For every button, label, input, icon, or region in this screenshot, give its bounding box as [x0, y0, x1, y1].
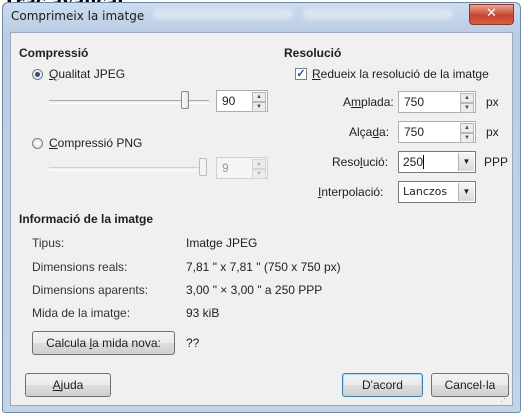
info-label-type: Tipus: — [32, 236, 65, 250]
width-spinbox[interactable]: 750 ▲ ▼ — [398, 91, 476, 113]
png-compression-radio[interactable] — [32, 138, 43, 149]
jpeg-quality-value: 90 — [222, 94, 236, 108]
blurred-background — [153, 9, 293, 19]
dropdown-arrow-icon[interactable]: ▼ — [458, 183, 474, 201]
jpeg-quality-radio[interactable] — [32, 69, 43, 80]
help-button[interactable]: Ajuda — [25, 373, 111, 397]
spin-down-icon[interactable]: ▼ — [460, 133, 474, 143]
png-level-slider-track[interactable] — [49, 167, 206, 171]
title-bar[interactable]: Comprimeix la imatge ✕ — [3, 3, 520, 32]
dialog-content: Compressió Qualitat JPEG 90 ▲ ▼ Compressi… — [10, 32, 513, 406]
text-caret — [423, 155, 424, 169]
info-label-real-dimensions: Dimensions reals: — [32, 260, 128, 274]
info-value-image-size: 93 kiB — [186, 306, 220, 320]
width-value: 750 — [404, 95, 425, 109]
spin-down-icon[interactable]: ▼ — [252, 102, 266, 112]
blurred-background — [303, 9, 453, 19]
height-spinbox[interactable]: 750 ▲ ▼ — [398, 121, 476, 143]
spin-up-icon[interactable]: ▲ — [460, 123, 474, 133]
png-compression-label[interactable]: Compressió PNG — [49, 136, 142, 150]
resolution-value: 250 — [403, 155, 424, 169]
ok-button[interactable]: D'acord — [342, 373, 423, 397]
png-level-spinbox[interactable]: 9 ▲ ▼ — [216, 157, 268, 179]
info-label-apparent-dimensions: Dimensions aparents: — [32, 283, 149, 297]
info-label-image-size: Mida de la imatge: — [32, 306, 131, 320]
height-unit: px — [486, 125, 499, 139]
jpeg-quality-spinbox[interactable]: 90 ▲ ▼ — [216, 90, 268, 112]
resolution-heading: Resolució — [284, 46, 342, 60]
checkmark-icon: ✓ — [296, 68, 306, 80]
compression-heading: Compressió — [19, 46, 89, 60]
jpeg-quality-slider-thumb[interactable] — [181, 91, 189, 109]
width-unit: px — [486, 95, 499, 109]
png-level-slider-thumb[interactable] — [199, 158, 207, 176]
jpeg-quality-label[interactable]: Qualitat JPEG — [49, 67, 125, 81]
info-value-real-dimensions: 7,81 " x 7,81 " (750 x 750 px) — [186, 260, 341, 274]
spin-down-icon[interactable]: ▼ — [252, 169, 266, 179]
spin-up-icon[interactable]: ▲ — [460, 93, 474, 103]
calculate-new-size-button[interactable]: Calcula la mida nova: — [32, 331, 175, 355]
dropdown-arrow-icon[interactable]: ▼ — [458, 153, 474, 171]
close-icon: ✕ — [486, 6, 497, 21]
close-button[interactable]: ✕ — [469, 4, 514, 25]
spin-up-icon[interactable]: ▲ — [252, 92, 266, 102]
reduce-resolution-label[interactable]: Redueix la resolució de la imatge — [312, 67, 489, 81]
window-title: Comprimeix la imatge — [11, 9, 145, 23]
image-info-heading: Informació de la imatge — [19, 212, 154, 226]
resize-grip-icon[interactable]: ⋰ — [500, 393, 510, 403]
calculated-size-value: ?? — [186, 336, 200, 350]
resolution-label: Resolució: — [332, 155, 389, 169]
height-value: 750 — [404, 125, 425, 139]
reduce-resolution-checkbox[interactable]: ✓ — [295, 68, 307, 80]
cancel-button[interactable]: Cancel·la — [431, 373, 509, 397]
spin-down-icon[interactable]: ▼ — [460, 103, 474, 113]
width-label: Amplada: — [343, 95, 394, 109]
interpolation-select[interactable]: Lanczos ▼ — [398, 181, 476, 203]
interpolation-value: Lanczos — [403, 185, 448, 198]
info-value-apparent-dimensions: 3,00 " × 3,00 " a 250 PPP — [186, 283, 323, 297]
resolution-unit: PPP — [484, 155, 509, 169]
resolution-combo[interactable]: 250 ▼ — [398, 151, 476, 173]
interpolation-label: Interpolació: — [318, 185, 384, 199]
height-label: Alçada: — [349, 125, 390, 139]
spin-up-icon[interactable]: ▲ — [252, 159, 266, 169]
info-value-type: Imatge JPEG — [186, 236, 258, 250]
dialog-window: Comprimeix la imatge ✕ Compressió Qualit… — [2, 2, 521, 413]
png-level-value: 9 — [222, 161, 229, 175]
